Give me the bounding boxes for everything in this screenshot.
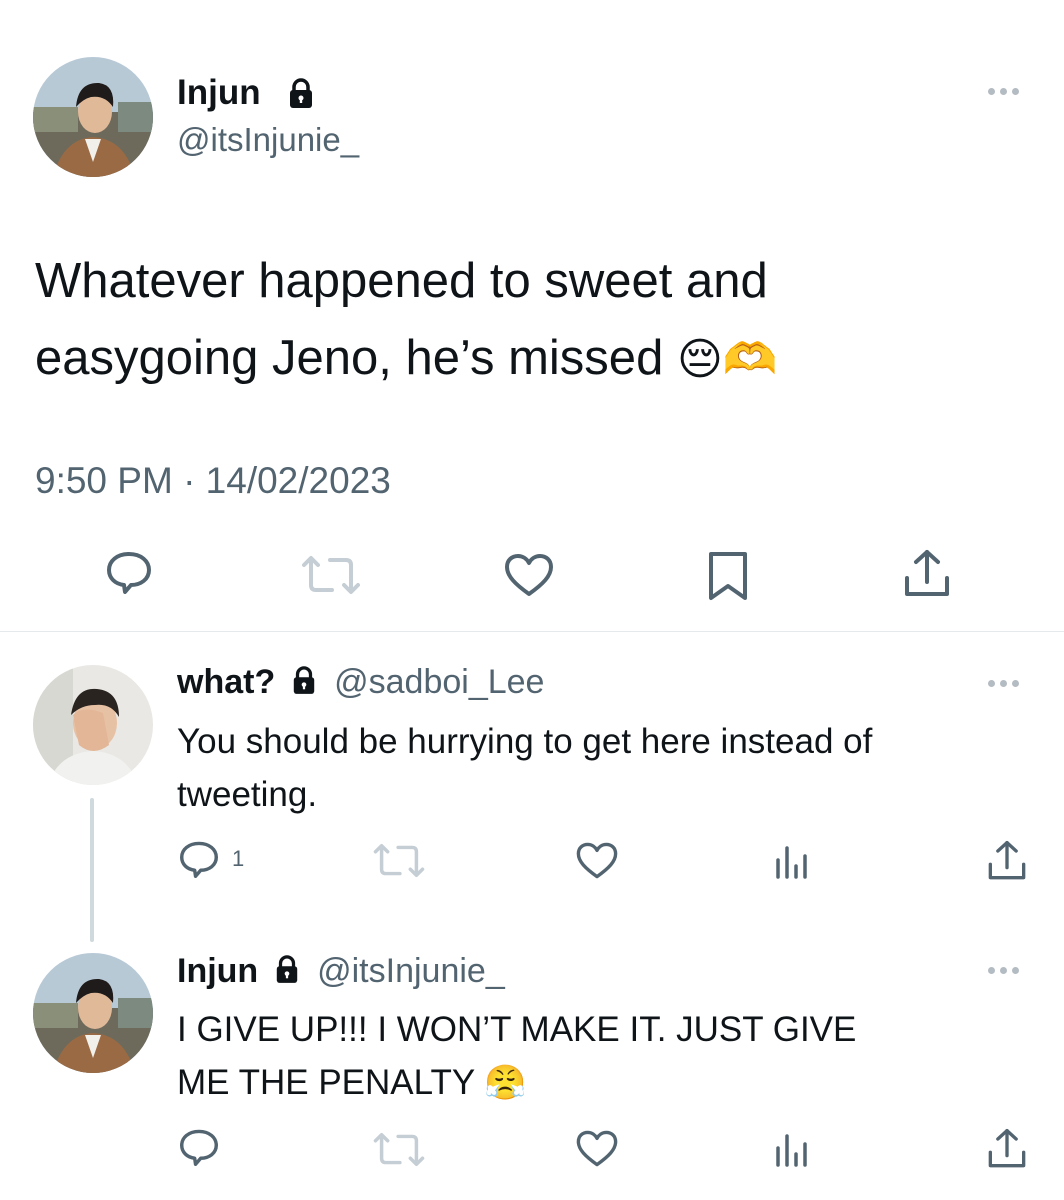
tweet-timestamp[interactable]: 9:50 PM · 14/02/2023	[35, 460, 391, 502]
share-icon	[988, 841, 1026, 880]
avatar[interactable]	[33, 665, 153, 785]
display-name[interactable]: what?	[177, 663, 275, 701]
handle[interactable]: @sadboi_Lee	[334, 663, 544, 701]
tweet-text-line: Whatever happened to sweet and	[35, 254, 768, 308]
more-icon[interactable]	[988, 88, 1019, 95]
reply-icon	[107, 552, 151, 594]
like-button[interactable]	[575, 1129, 619, 1168]
reply-header: what? @sadboi_Lee	[177, 663, 544, 704]
analytics-icon	[776, 846, 807, 879]
tweet-text-line: ME THE PENALTY	[177, 1063, 475, 1102]
reply-icon	[180, 1129, 218, 1166]
lock-icon	[274, 954, 300, 993]
share-button[interactable]	[903, 548, 951, 600]
tweet-text-line: I GIVE UP!!! I WON’T MAKE IT. JUST GIVE	[177, 1010, 857, 1049]
tweet-text: You should be hurrying to get here inste…	[177, 715, 872, 821]
share-button[interactable]	[987, 839, 1027, 883]
like-button[interactable]	[503, 552, 555, 598]
avatar[interactable]	[33, 57, 153, 177]
more-icon[interactable]	[988, 967, 1019, 974]
tweet-text-line: tweeting.	[177, 775, 318, 814]
like-icon	[576, 842, 618, 879]
bookmark-button[interactable]	[707, 550, 749, 602]
thread-line	[90, 798, 94, 942]
retweet-icon	[373, 1132, 425, 1167]
tweet-emoji: 😔🫶	[676, 335, 778, 384]
retweet-button[interactable]	[372, 843, 426, 878]
display-name[interactable]: Injun	[177, 73, 261, 113]
avatar[interactable]	[33, 953, 153, 1073]
retweet-icon	[373, 843, 425, 878]
lock-icon	[291, 665, 317, 704]
analytics-button[interactable]	[773, 844, 809, 880]
like-icon	[505, 554, 553, 596]
tweet-text: Whatever happened to sweet and easygoing…	[35, 243, 778, 398]
reply-header: Injun @itsInjunie_	[177, 952, 505, 993]
handle[interactable]: @itsInjunie_	[177, 121, 359, 159]
tweet-emoji: 😤	[484, 1064, 527, 1102]
reply-icon	[180, 841, 218, 878]
more-icon[interactable]	[988, 680, 1019, 687]
like-icon	[576, 1130, 618, 1167]
divider	[0, 631, 1064, 632]
lock-icon	[287, 77, 315, 114]
bookmark-icon	[709, 552, 747, 600]
share-button[interactable]	[987, 1127, 1027, 1171]
tweet-text-line: You should be hurrying to get here inste…	[177, 722, 873, 761]
share-icon	[905, 550, 949, 596]
retweet-button[interactable]	[372, 1132, 426, 1167]
reply-button[interactable]	[178, 1128, 220, 1166]
analytics-icon	[776, 1134, 807, 1167]
tweet-text: I GIVE UP!!! I WON’T MAKE IT. JUST GIVE …	[177, 1003, 856, 1110]
like-button[interactable]	[575, 841, 619, 880]
display-name[interactable]: Injun	[177, 952, 258, 990]
analytics-button[interactable]	[773, 1132, 809, 1168]
tweet-text-line: easygoing Jeno, he’s missed	[35, 331, 664, 385]
reply-button[interactable]	[105, 550, 153, 594]
retweet-button[interactable]	[300, 555, 362, 595]
share-icon	[988, 1128, 1026, 1168]
handle[interactable]: @itsInjunie_	[317, 952, 505, 990]
retweet-icon	[302, 556, 360, 594]
reply-count: 1	[232, 846, 245, 871]
reply-button[interactable]: 1	[178, 840, 244, 878]
